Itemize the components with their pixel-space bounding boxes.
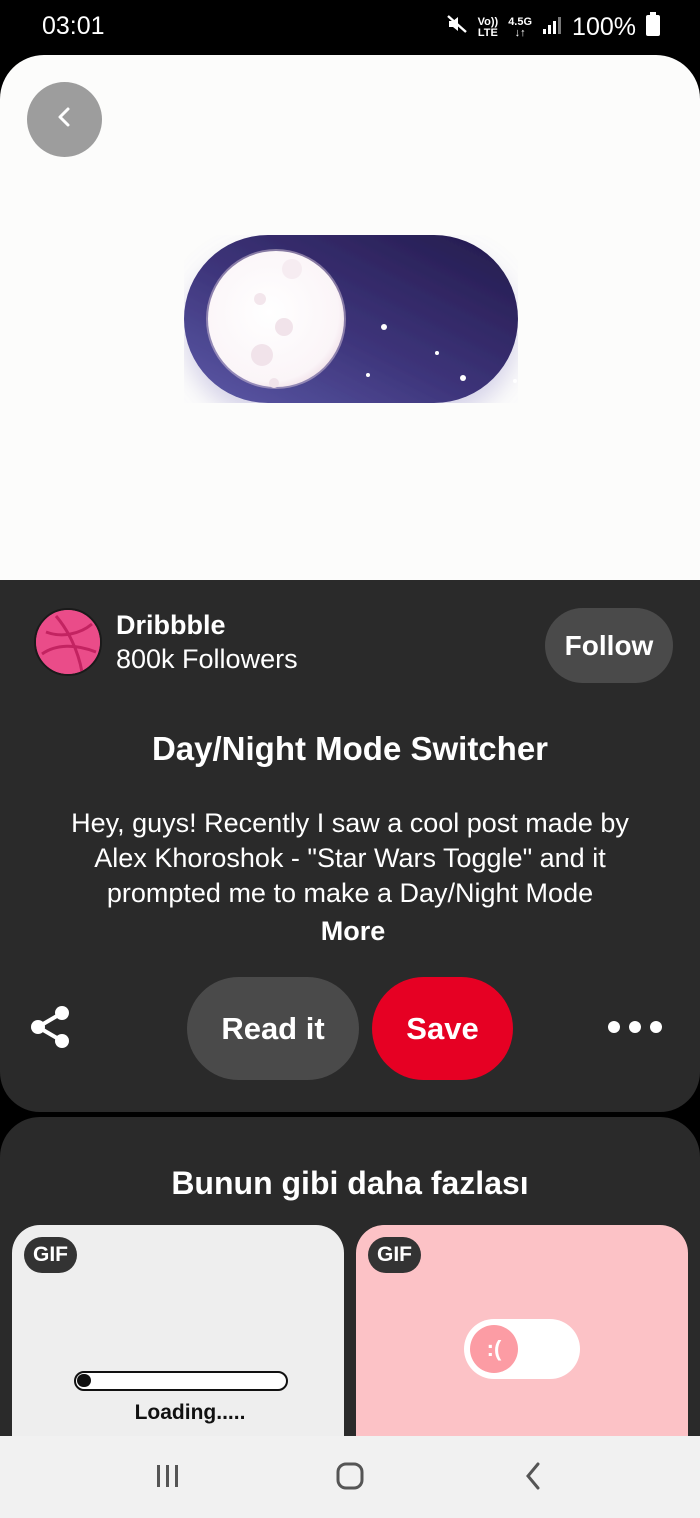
share-button[interactable]: [28, 1004, 74, 1050]
status-bar: 03:01 Vo)) LTE 4.5G ↓↑ 100%: [0, 0, 700, 55]
loading-bar-illustration: [74, 1371, 288, 1391]
back-nav-button[interactable]: [503, 1458, 563, 1498]
status-icons: Vo)) LTE 4.5G ↓↑ 100%: [446, 12, 660, 43]
more-link[interactable]: More: [0, 916, 700, 947]
back-button[interactable]: [27, 82, 102, 157]
creator-followers: 800k Followers: [116, 644, 298, 674]
follow-button[interactable]: Follow: [545, 608, 673, 683]
chevron-left-icon: [55, 105, 75, 134]
read-it-button[interactable]: Read it: [187, 977, 359, 1080]
gif-badge: GIF: [24, 1237, 77, 1273]
system-nav-bar: [0, 1436, 700, 1518]
pin-details: Dribbble 800k Followers Follow Day/Night…: [0, 580, 700, 1112]
day-night-toggle-illustration: [184, 235, 518, 403]
pin-description: Hey, guys! Recently I saw a cool post ma…: [71, 808, 629, 908]
volte-icon: Vo)) LTE: [477, 15, 499, 39]
recents-icon: [154, 1462, 182, 1495]
gif-badge: GIF: [368, 1237, 421, 1273]
pin-title: Day/Night Mode Switcher: [151, 730, 549, 767]
dribbble-icon: [36, 610, 100, 674]
more-options-button[interactable]: [608, 1012, 662, 1042]
network-icon: 4.5G ↓↑: [508, 15, 533, 39]
signal-icon: [542, 13, 562, 42]
more-icon: [608, 1021, 620, 1033]
related-pin-card[interactable]: GIF :(: [356, 1225, 688, 1447]
home-button[interactable]: [320, 1458, 380, 1498]
home-icon: [335, 1461, 365, 1496]
toggle-illustration: :(: [464, 1319, 580, 1379]
recents-button[interactable]: [138, 1458, 198, 1498]
related-pin-card[interactable]: GIF Loading.....: [12, 1225, 344, 1447]
status-time: 03:01: [42, 12, 105, 40]
avatar[interactable]: [34, 608, 102, 676]
battery-icon: [646, 12, 660, 43]
sad-face-icon: :(: [470, 1325, 518, 1373]
loading-text: Loading.....: [134, 1401, 246, 1424]
creator-name[interactable]: Dribbble: [116, 610, 226, 641]
battery-percent: 100%: [572, 13, 636, 41]
share-icon: [28, 1006, 74, 1054]
save-button[interactable]: Save: [372, 977, 513, 1080]
section-title: Bunun gibi daha fazlası: [171, 1165, 529, 1201]
pin-image[interactable]: [0, 55, 700, 595]
more-like-this-section: Bunun gibi daha fazlası GIF Loading.....…: [0, 1117, 700, 1447]
mute-icon: [446, 13, 468, 42]
back-icon: [521, 1461, 545, 1496]
